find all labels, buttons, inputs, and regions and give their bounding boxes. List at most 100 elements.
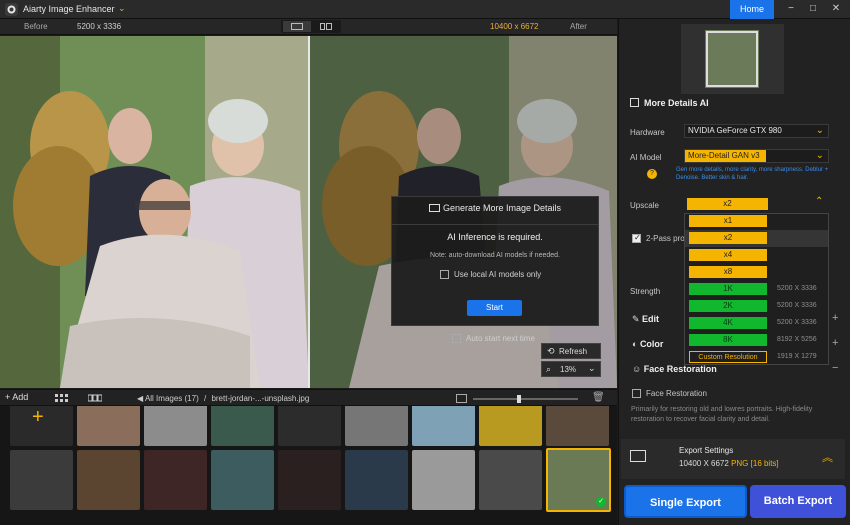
thumbnail[interactable] bbox=[479, 406, 542, 446]
thumbnail[interactable] bbox=[211, 406, 274, 446]
add-image-thumb[interactable]: + bbox=[10, 406, 73, 446]
export-summary: 10400 X 6672 PNG [16 bits] bbox=[679, 459, 779, 468]
add-button[interactable]: + Add bbox=[5, 392, 28, 402]
batch-export-button[interactable]: Batch Export bbox=[750, 485, 846, 518]
chevron-double-up-icon[interactable]: ︽ bbox=[822, 449, 833, 465]
thumbnail[interactable] bbox=[77, 406, 140, 446]
refresh-button[interactable]: ⟲ Refresh bbox=[541, 343, 601, 359]
dialog-title: Generate More Image Details bbox=[391, 203, 599, 217]
face-restoration-title: Face Restoration bbox=[643, 364, 717, 374]
upscale-option[interactable]: x4 bbox=[689, 249, 767, 261]
maximize-icon[interactable]: □ bbox=[806, 2, 820, 16]
upscale-select[interactable]: x2 bbox=[687, 198, 768, 210]
thumbnail[interactable] bbox=[479, 450, 542, 510]
plus-icon: + bbox=[32, 406, 44, 428]
slider-handle[interactable] bbox=[517, 395, 521, 403]
upscale-label: Upscale bbox=[630, 201, 659, 210]
help-icon[interactable]: ? bbox=[647, 169, 657, 179]
upscale-option[interactable]: x1 bbox=[689, 215, 767, 227]
thumbnail[interactable] bbox=[211, 450, 274, 510]
face-icon: ☺ bbox=[632, 364, 644, 374]
dialog-note: Note: auto-download AI models if needed. bbox=[430, 252, 560, 259]
hardware-select[interactable]: NVIDIA GeForce GTX 980 ⌄ bbox=[684, 124, 829, 138]
upscale-option[interactable]: 4K bbox=[689, 317, 767, 329]
before-label: Before bbox=[24, 22, 48, 31]
minimize-icon[interactable]: − bbox=[784, 2, 798, 16]
export-bit-depth: [16 bits] bbox=[750, 459, 779, 468]
upscale-option-resolution: 8192 X 5256 bbox=[777, 336, 817, 343]
grid-large-icon[interactable] bbox=[87, 394, 103, 402]
auto-start-checkbox[interactable] bbox=[452, 334, 461, 343]
close-icon[interactable]: ✕ bbox=[829, 2, 843, 16]
collapse-minus-icon[interactable]: − bbox=[832, 362, 838, 374]
color-label: Color bbox=[639, 339, 664, 349]
upscale-option[interactable]: 2K bbox=[689, 300, 767, 312]
thumbnail-selected[interactable]: ✓ bbox=[546, 448, 611, 512]
chevron-down-icon[interactable]: ⌄ bbox=[118, 3, 126, 14]
upscale-option[interactable]: 8K bbox=[689, 334, 767, 346]
thumbnail[interactable] bbox=[278, 450, 341, 510]
two-pass-label: 2-Pass proc bbox=[646, 234, 689, 243]
upscale-option[interactable]: x2 bbox=[689, 232, 767, 244]
split-view-icon[interactable] bbox=[283, 21, 311, 32]
before-resolution: 5200 x 3336 bbox=[77, 22, 122, 31]
chevron-down-icon: ⌄ bbox=[815, 125, 824, 136]
thumbnail[interactable] bbox=[412, 406, 475, 446]
ai-model-hint: Gen more details, more clarity, more sha… bbox=[676, 167, 829, 181]
home-button[interactable]: Home bbox=[730, 0, 774, 19]
auto-start-label: Auto start next time bbox=[466, 334, 535, 343]
section-title-text: More Details AI bbox=[644, 98, 709, 108]
zoom-value: 13% bbox=[560, 365, 577, 374]
breadcrumb-filename: brett-jordan-...-unsplash.jpg bbox=[211, 394, 310, 403]
start-button[interactable]: Start bbox=[467, 300, 522, 316]
zoom-icon: ⌕ bbox=[546, 364, 552, 374]
local-models-checkbox[interactable] bbox=[440, 270, 449, 279]
face-restoration-desc: Primarily for restoring old and lowres p… bbox=[631, 406, 813, 423]
side-by-side-icon[interactable] bbox=[312, 21, 340, 32]
chevron-up-icon[interactable]: ⌃ bbox=[815, 196, 823, 207]
chevron-down-icon: ⌄ bbox=[588, 363, 596, 373]
expand-plus-icon[interactable]: + bbox=[832, 312, 838, 324]
upscale-option[interactable]: Custom Resolution bbox=[689, 351, 767, 363]
upscale-option-resolution: 5200 X 3336 bbox=[777, 285, 817, 292]
local-models-label: Use local AI models only bbox=[454, 270, 542, 279]
breadcrumb: ◀ All Images (17) / brett-jordan-...-uns… bbox=[137, 394, 309, 403]
thumbnail[interactable] bbox=[345, 406, 408, 446]
thumbnail[interactable] bbox=[546, 406, 609, 446]
color-section[interactable]: ◐ Color bbox=[632, 339, 663, 349]
thumbnail[interactable] bbox=[77, 450, 140, 510]
grid-small-icon[interactable] bbox=[55, 394, 69, 402]
upscale-option[interactable]: x8 bbox=[689, 266, 767, 278]
single-export-button[interactable]: Single Export bbox=[624, 485, 747, 518]
edit-label: Edit bbox=[642, 314, 660, 324]
zoom-select[interactable]: ⌕ 13% ⌄ bbox=[541, 361, 601, 377]
thumbnail-size-slider[interactable] bbox=[473, 398, 578, 400]
enhance-icon bbox=[630, 98, 639, 107]
thumbnail[interactable] bbox=[144, 450, 207, 510]
thumbnail-strip: + ✓ bbox=[0, 406, 617, 525]
thumbnail[interactable] bbox=[345, 450, 408, 510]
two-pass-checkbox[interactable]: ✓ bbox=[632, 233, 641, 243]
ai-model-select[interactable]: More-Detail GAN v3 ⌄ bbox=[684, 149, 829, 163]
photo-before[interactable] bbox=[0, 36, 309, 388]
edit-section[interactable]: ✎ Edit bbox=[632, 314, 659, 325]
dialog-divider bbox=[391, 224, 599, 225]
compare-divider[interactable] bbox=[308, 36, 310, 388]
image-size-icon bbox=[456, 394, 467, 403]
title-bar bbox=[0, 0, 850, 19]
chevron-down-icon: ⌄ bbox=[815, 150, 824, 161]
thumbnail[interactable] bbox=[278, 406, 341, 446]
expand-plus-icon[interactable]: + bbox=[832, 337, 838, 349]
thumbnail[interactable] bbox=[412, 450, 475, 510]
trash-icon[interactable]: 🗑 bbox=[592, 392, 605, 403]
ai-model-value: More-Detail GAN v3 bbox=[685, 150, 766, 162]
upscale-option[interactable]: 1K bbox=[689, 283, 767, 295]
image-preview[interactable] bbox=[681, 24, 784, 94]
breadcrumb-all-images[interactable]: All Images (17) bbox=[145, 394, 199, 403]
face-restoration-checkbox[interactable] bbox=[632, 389, 641, 398]
thumbnail[interactable] bbox=[144, 406, 207, 446]
face-restoration-section[interactable]: ☺ Face Restoration bbox=[632, 364, 717, 374]
back-arrow-icon[interactable]: ◀ bbox=[137, 394, 145, 403]
app-logo-icon bbox=[5, 3, 18, 16]
thumbnail[interactable] bbox=[10, 450, 73, 510]
